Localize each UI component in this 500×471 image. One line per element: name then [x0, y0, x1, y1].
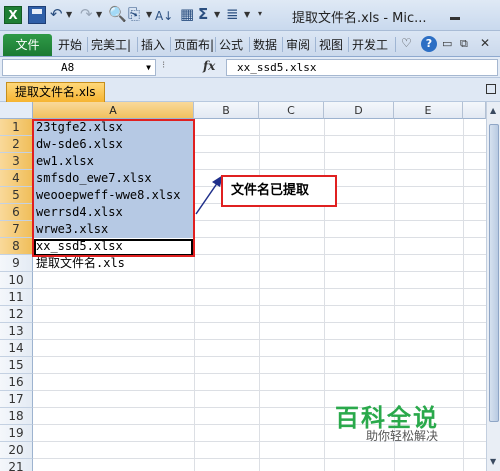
- help-icon[interactable]: ?: [421, 36, 437, 52]
- name-box[interactable]: A8 ▼: [2, 59, 156, 76]
- tab-separator: [215, 37, 216, 52]
- align-icon[interactable]: ≣: [226, 4, 239, 24]
- ribbon-tabs: 文件 开始 完美工| 插入 页面布| 公式 数据 审阅 视图 开发工 ♡ ? ▭…: [0, 31, 500, 57]
- chevron-down-icon[interactable]: ▼: [146, 60, 151, 75]
- title-bar: X ↶ ▼ ↷ ▼ 🔍 ⎘ ▼ A↓ ▦ Σ ▼ ≣ ▼ ▾ 提取文件名.xls…: [0, 0, 500, 31]
- tab-separator: [137, 37, 138, 52]
- workbook-restore-icon[interactable]: [486, 84, 496, 94]
- name-box-value: A8: [61, 61, 75, 74]
- tab-file[interactable]: 文件: [3, 34, 52, 56]
- redo-dropdown-icon[interactable]: ▼: [96, 10, 102, 19]
- format-dropdown-icon[interactable]: ▼: [146, 10, 152, 19]
- print-preview-icon[interactable]: 🔍: [108, 4, 127, 24]
- scrollbar-thumb[interactable]: [489, 124, 499, 422]
- tab-separator: [348, 37, 349, 52]
- tab-formulas[interactable]: 公式: [219, 35, 243, 55]
- scroll-down-icon[interactable]: ▼: [490, 457, 496, 466]
- window-minimize-icon[interactable]: ▭: [442, 37, 458, 53]
- tab-developer[interactable]: 开发工: [352, 35, 388, 55]
- borders-icon[interactable]: ▦: [180, 4, 194, 24]
- sort-icon[interactable]: A↓: [155, 6, 173, 26]
- excel-icon[interactable]: X: [4, 6, 22, 24]
- window-title: 提取文件名.xls - Mic...: [292, 11, 427, 26]
- insert-function-icon[interactable]: fx: [203, 59, 215, 73]
- tab-separator: [315, 37, 316, 52]
- tab-view[interactable]: 视图: [319, 35, 343, 55]
- tab-page-layout[interactable]: 页面布|: [174, 35, 214, 55]
- callout-box: 文件名已提取: [221, 175, 337, 207]
- close-icon[interactable]: ✕: [480, 36, 496, 52]
- undo-icon[interactable]: ↶: [50, 4, 63, 24]
- scroll-up-icon[interactable]: ▲: [490, 106, 496, 115]
- redo-icon[interactable]: ↷: [80, 4, 93, 24]
- window-restore-icon[interactable]: ⧉: [460, 37, 476, 53]
- tab-separator: [282, 37, 283, 52]
- formula-input[interactable]: xx_ssd5.xlsx: [226, 59, 498, 76]
- resize-handle-icon[interactable]: ⁝: [162, 60, 165, 71]
- undo-dropdown-icon[interactable]: ▼: [66, 10, 72, 19]
- tab-separator: [170, 37, 171, 52]
- minimize-ribbon-icon[interactable]: ♡: [401, 36, 417, 52]
- tab-data[interactable]: 数据: [253, 35, 277, 55]
- tab-separator: [87, 37, 88, 52]
- tab-insert[interactable]: 插入: [141, 35, 165, 55]
- tab-separator: [249, 37, 250, 52]
- workbook-tab-bar: 提取文件名.xls: [0, 78, 500, 102]
- customize-qat-icon[interactable]: ▾: [258, 9, 262, 18]
- tab-separator: [395, 37, 396, 52]
- save-icon[interactable]: [28, 6, 46, 24]
- autosum-dropdown-icon[interactable]: ▼: [214, 10, 220, 19]
- align-dropdown-icon[interactable]: ▼: [244, 10, 250, 19]
- tab-home[interactable]: 开始: [58, 35, 82, 55]
- tab-review[interactable]: 审阅: [286, 35, 310, 55]
- workbook-tab[interactable]: 提取文件名.xls: [6, 82, 105, 102]
- minimize-icon[interactable]: [448, 8, 462, 22]
- watermark-subtitle: 助你轻松解决: [366, 429, 439, 443]
- formula-bar: A8 ▼ ⁝ fx xx_ssd5.xlsx: [0, 57, 500, 78]
- format-painter-icon[interactable]: ⎘: [128, 4, 140, 24]
- autosum-icon[interactable]: Σ: [198, 4, 208, 24]
- tab-addin[interactable]: 完美工|: [91, 35, 131, 55]
- vertical-scrollbar[interactable]: ▲ ▼: [486, 102, 500, 471]
